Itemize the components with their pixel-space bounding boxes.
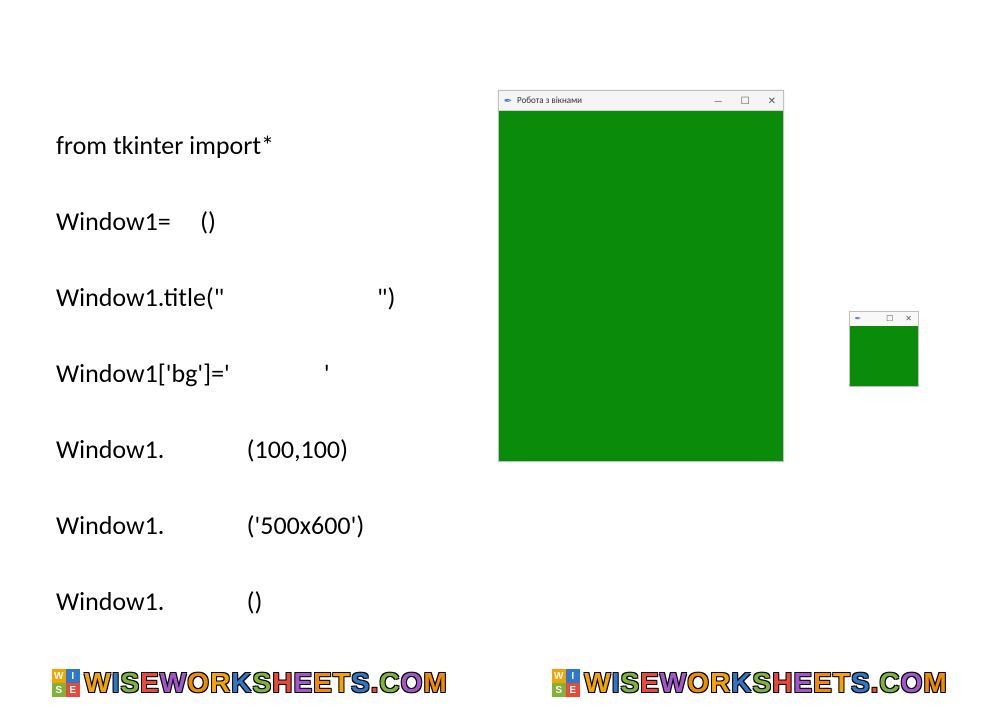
code-line-7: Window1. () [56,582,395,620]
code-line-6: Window1. ('500x600') [56,506,395,544]
watermark-group-2: WISE WISEWORKSHEETS.COM [552,667,948,699]
code-line-2: Window1= () [56,202,395,240]
window-title: Робота з вікнами [517,95,711,106]
feather-icon: ✒ [503,96,513,106]
titlebar-small: ✒ ☐ ✕ [850,312,918,326]
watermark-badge-icon: WISE [552,669,580,697]
tkinter-window-small: ✒ ☐ ✕ [849,311,919,387]
feather-icon: ✒ [853,314,863,324]
close-button[interactable]: ✕ [765,94,779,107]
code-line-4: Window1['bg']=' ' [56,354,395,392]
code-line-3: Window1.title(" ") [56,278,395,316]
watermark: WISE WISEWORKSHEETS.COM WISE WISEWORKSHE… [0,667,1000,699]
watermark-group-1: WISE WISEWORKSHEETS.COM [52,667,448,699]
maximize-button[interactable]: ☐ [738,94,753,107]
window-content [499,111,783,461]
code-block: from tkinter import* Window1= () Window1… [56,88,395,658]
minimize-button[interactable]: — [711,94,726,107]
watermark-text: WISEWORKSHEETS.COM [84,667,448,699]
maximize-button[interactable]: ☐ [883,314,896,324]
titlebar: ✒ Робота з вікнами — ☐ ✕ [499,91,783,111]
tkinter-window-large: ✒ Робота з вікнами — ☐ ✕ [498,90,784,462]
watermark-badge-icon: WISE [52,669,80,697]
window-controls-small: ☐ ✕ [883,314,915,324]
window-content-small [850,326,918,386]
window-controls: — ☐ ✕ [711,94,779,107]
watermark-text: WISEWORKSHEETS.COM [584,667,948,699]
code-line-1: from tkinter import* [56,126,395,164]
code-line-5: Window1. (100,100) [56,430,395,468]
close-button[interactable]: ✕ [902,314,915,324]
